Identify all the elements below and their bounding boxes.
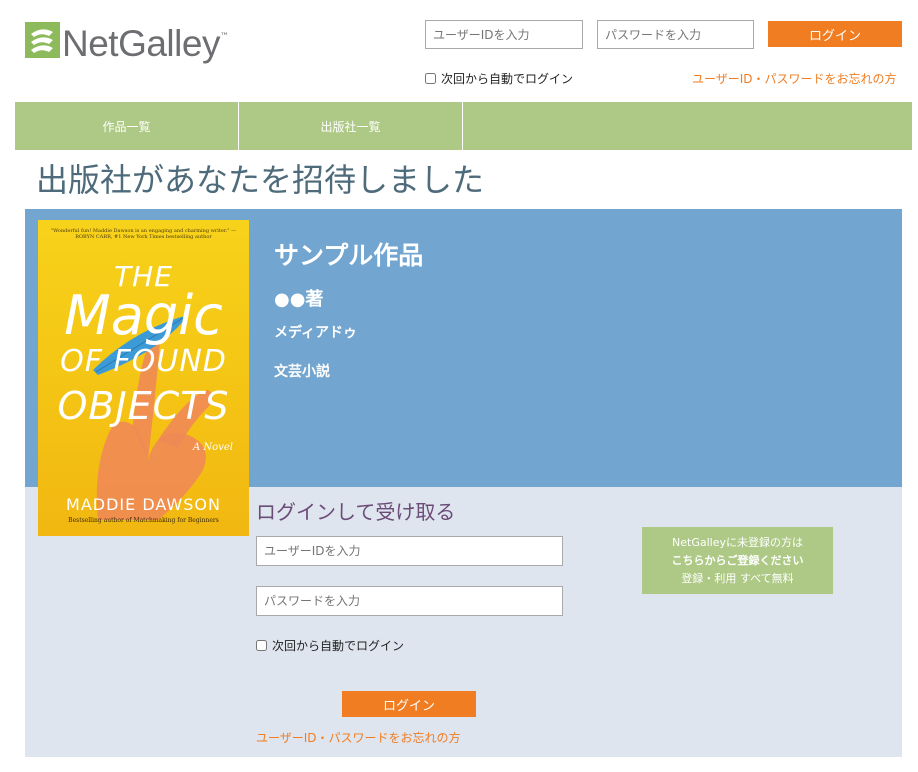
register-line-3: 登録・利用 すべて無料 xyxy=(681,571,794,585)
header-login-button[interactable]: ログイン xyxy=(768,21,902,47)
nav-item-titles[interactable]: 作品一覧 xyxy=(15,102,239,150)
book-title: サンプル作品 xyxy=(274,241,424,270)
user-id-input[interactable] xyxy=(256,536,563,566)
remember-me[interactable]: 次回から自動でログイン xyxy=(256,637,404,654)
book-genre: 文芸小説 xyxy=(274,364,330,380)
forgot-link[interactable]: ユーザーID・パスワードをお忘れの方 xyxy=(256,729,461,746)
header-forgot-link[interactable]: ユーザーID・パスワードをお忘れの方 xyxy=(692,70,897,87)
main-nav: 作品一覧 出版社一覧 xyxy=(15,102,912,150)
header-remember-me[interactable]: 次回から自動でログイン xyxy=(425,70,573,87)
cover-title-line-4: OBJECTS xyxy=(57,384,230,428)
header-remember-checkbox[interactable] xyxy=(425,73,436,84)
logo-trademark: ™ xyxy=(219,32,229,42)
netgalley-logo[interactable]: NetGalley ™ xyxy=(25,20,229,68)
login-heading: ログインして受け取る xyxy=(256,500,456,524)
header-remember-label: 次回から自動でログイン xyxy=(441,72,574,86)
logo-wordmark: NetGalley xyxy=(62,23,220,64)
netgalley-logo-icon xyxy=(25,22,60,58)
register-box[interactable]: NetGalleyに未登録の方は こちらからご登録ください 登録・利用 すべて無… xyxy=(642,527,833,594)
password-input[interactable] xyxy=(256,586,563,616)
book-publisher[interactable]: メディアドゥ xyxy=(274,322,357,342)
book-cover[interactable]: "Wonderful fun! Maddie Dawson is an enga… xyxy=(38,220,249,536)
remember-label: 次回から自動でログイン xyxy=(272,639,405,653)
page-title: 出版社があなたを招待しました xyxy=(36,161,485,199)
cover-subtitle: A Novel xyxy=(193,442,233,453)
remember-checkbox[interactable] xyxy=(256,640,267,651)
cover-tagline: Bestselling author of Matchmaking for Be… xyxy=(68,517,219,524)
cover-title-line-3: OF FOUND xyxy=(60,344,227,379)
header-password-input[interactable] xyxy=(597,20,754,49)
nav-item-publishers[interactable]: 出版社一覧 xyxy=(239,102,463,150)
header-user-id-input[interactable] xyxy=(425,20,583,49)
cover-title-line-2: Magic xyxy=(64,284,223,347)
register-line-1: NetGalleyに未登録の方は xyxy=(672,535,803,549)
cover-quote: "Wonderful fun! Maddie Dawson is an enga… xyxy=(50,228,237,240)
login-button[interactable]: ログイン xyxy=(342,691,476,717)
register-line-2: こちらからご登録ください xyxy=(671,553,804,567)
book-author: ●●著 xyxy=(274,289,324,310)
cover-author: MADDIE DAWSON xyxy=(66,495,221,514)
